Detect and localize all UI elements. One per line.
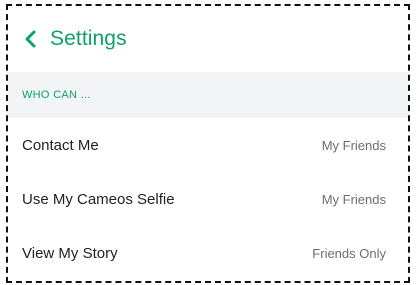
setting-row-contact-me[interactable]: Contact Me My Friends bbox=[8, 118, 408, 172]
setting-value: My Friends bbox=[321, 191, 386, 207]
back-button[interactable]: Settings bbox=[20, 19, 127, 59]
screenshot-frame: Settings WHO CAN ... Contact Me My Frien… bbox=[6, 4, 410, 283]
chevron-left-icon[interactable] bbox=[20, 28, 42, 50]
section-label: WHO CAN ... bbox=[22, 89, 91, 101]
setting-value: Friends Only bbox=[312, 245, 386, 261]
setting-label: Use My Cameos Selfie bbox=[22, 190, 175, 208]
setting-row-view-my-story[interactable]: View My Story Friends Only bbox=[8, 226, 408, 280]
setting-value: My Friends bbox=[321, 137, 386, 153]
section-header-who-can: WHO CAN ... bbox=[8, 72, 408, 118]
setting-label: View My Story bbox=[22, 244, 118, 262]
header: Settings bbox=[8, 6, 408, 72]
page-title: Settings bbox=[50, 27, 127, 50]
setting-row-use-my-cameos-selfie[interactable]: Use My Cameos Selfie My Friends bbox=[8, 172, 408, 226]
setting-label: Contact Me bbox=[22, 136, 99, 154]
